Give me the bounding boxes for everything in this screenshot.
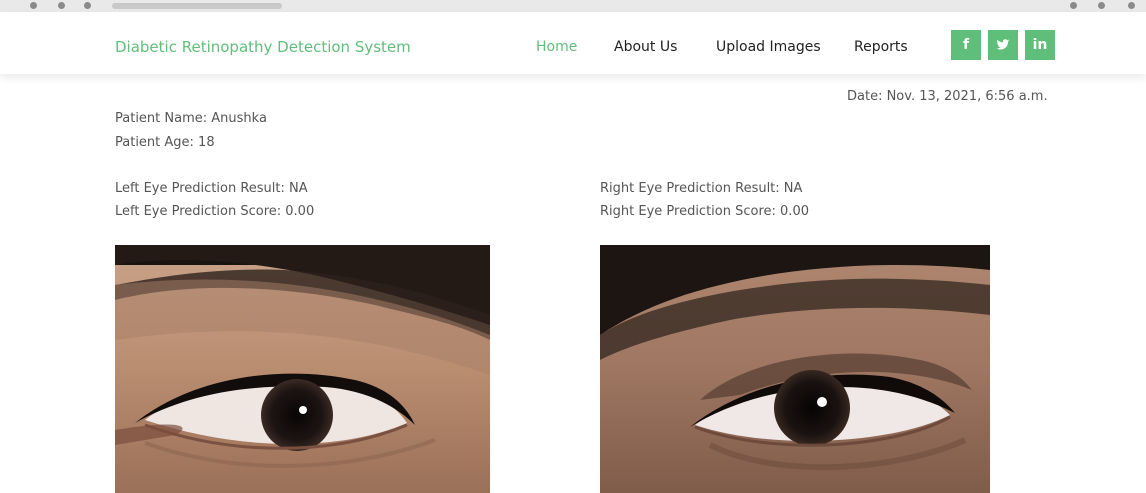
linkedin-icon[interactable]: in <box>1025 30 1055 60</box>
back-icon[interactable] <box>30 2 37 9</box>
forward-icon[interactable] <box>58 2 65 9</box>
extension-icon[interactable] <box>1070 2 1077 9</box>
nav-home[interactable]: Home <box>536 39 577 55</box>
right-eye-result: Right Eye Prediction Result: NA <box>600 181 803 196</box>
twitter-icon[interactable] <box>988 30 1018 60</box>
nav-reports[interactable]: Reports <box>854 39 908 55</box>
reload-icon[interactable] <box>84 2 91 9</box>
bookmark-icon[interactable] <box>1098 2 1105 9</box>
left-eye-result: Left Eye Prediction Result: NA <box>115 181 308 196</box>
menu-icon[interactable] <box>1128 2 1135 9</box>
patient-age: Patient Age: 18 <box>115 135 215 150</box>
facebook-icon[interactable]: f <box>951 30 981 60</box>
right-eye-score: Right Eye Prediction Score: 0.00 <box>600 204 809 219</box>
nav-about-us[interactable]: About Us <box>614 39 677 55</box>
left-eye-score: Left Eye Prediction Score: 0.00 <box>115 204 315 219</box>
report-date: Date: Nov. 13, 2021, 6:56 a.m. <box>847 89 1048 104</box>
right-eye-image <box>600 245 990 493</box>
address-bar[interactable] <box>112 3 282 9</box>
navbar: Diabetic Retinopathy Detection System Ho… <box>0 12 1146 74</box>
patient-name: Patient Name: Anushka <box>115 111 267 126</box>
brand-link[interactable]: Diabetic Retinopathy Detection System <box>115 38 411 56</box>
nav-upload-images[interactable]: Upload Images <box>716 39 821 55</box>
browser-toolbar <box>0 0 1146 12</box>
left-eye-image <box>115 245 490 493</box>
